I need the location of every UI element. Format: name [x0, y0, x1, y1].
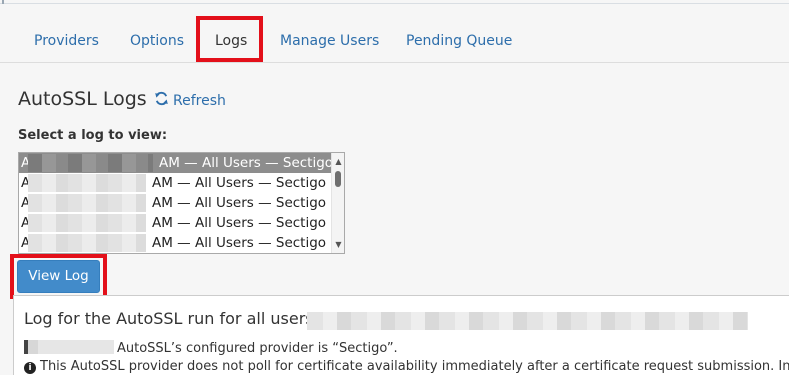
log-option[interactable]: A AM — All Users — Sectigo	[19, 153, 334, 173]
log-option[interactable]: A AM — All Users — Sectigo	[19, 233, 332, 253]
scroll-up-arrow-icon[interactable]: ▲	[332, 155, 344, 168]
log-option[interactable]: A AM — All Users — Sectigo	[19, 213, 332, 233]
log-option-label: AM — All Users — Sectigo	[152, 235, 327, 251]
top-border	[0, 0, 789, 4]
tab-manage-users[interactable]: Manage Users	[280, 17, 379, 62]
info-icon: i	[24, 362, 36, 374]
tab-providers[interactable]: Providers	[34, 17, 99, 62]
redacted-timestamp	[307, 312, 748, 330]
listbox-scrollbar[interactable]: ▲ ▼	[331, 153, 344, 253]
log-option[interactable]: A AM — All Users — Sectigo	[19, 193, 332, 213]
log-info-line: i This AutoSSL provider does not poll for…	[24, 359, 789, 374]
redacted-date	[28, 174, 146, 192]
log-option-label: AM — All Users — Sectigo	[152, 215, 327, 231]
scroll-down-arrow-icon[interactable]: ▼	[332, 238, 344, 251]
logs-tab-highlight-box	[196, 16, 263, 62]
provider-text: AutoSSL’s configured provider is “Sectig…	[117, 341, 398, 356]
log-heading: Log for the AutoSSL run for all users: T	[24, 309, 334, 328]
redacted-date	[28, 194, 146, 212]
refresh-label: Refresh	[173, 92, 226, 109]
log-provider-line: AutoSSL’s configured provider is “Sectig…	[24, 340, 398, 356]
top-border-mark	[2, 0, 4, 4]
refresh-link[interactable]: Refresh	[154, 91, 226, 110]
page-title: AutoSSL Logs	[18, 88, 147, 110]
redacted-timestamp	[24, 340, 114, 354]
redacted-date	[28, 154, 153, 172]
redacted-date	[28, 214, 146, 232]
log-listbox[interactable]: A AM — All Users — Sectigo A AM — All Us…	[18, 152, 345, 254]
log-option-label: AM — All Users — Sectigo	[159, 155, 334, 171]
tab-pending-queue[interactable]: Pending Queue	[406, 17, 512, 62]
log-option-label: AM — All Users — Sectigo	[152, 175, 327, 191]
view-log-button[interactable]: View Log	[17, 260, 100, 293]
tab-options[interactable]: Options	[130, 17, 184, 62]
log-option[interactable]: A AM — All Users — Sectigo	[19, 173, 332, 193]
select-log-label: Select a log to view:	[18, 128, 168, 143]
info-text: This AutoSSL provider does not poll for …	[40, 359, 789, 374]
refresh-icon	[154, 91, 169, 110]
log-option-label: AM — All Users — Sectigo	[152, 195, 327, 211]
redacted-date	[28, 234, 146, 252]
tab-bar: Providers Options Logs Manage Users Pend…	[0, 17, 789, 63]
scroll-thumb[interactable]	[335, 171, 341, 187]
